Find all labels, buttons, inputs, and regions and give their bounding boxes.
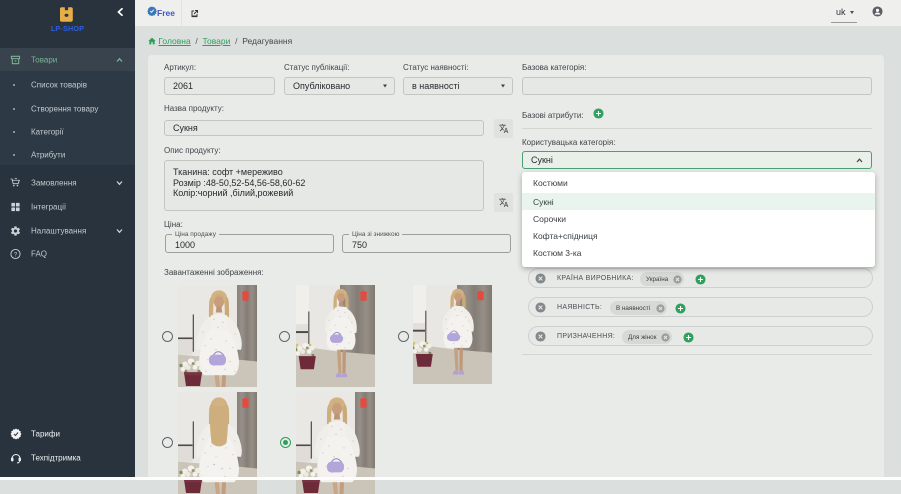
svg-text:?: ? [14,252,18,258]
